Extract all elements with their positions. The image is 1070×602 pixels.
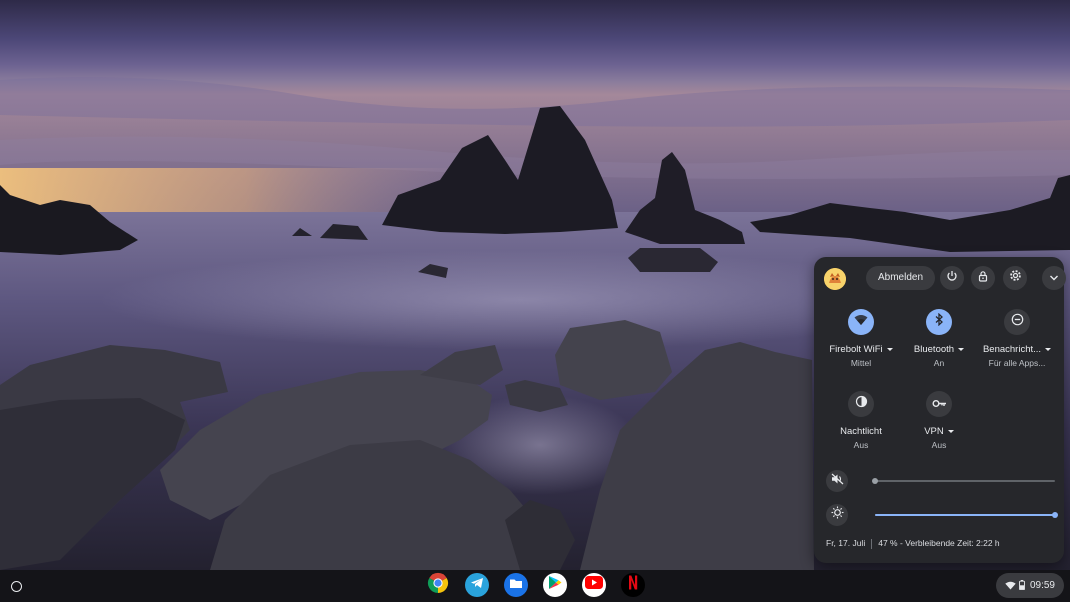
lock-button[interactable] [971, 266, 995, 290]
brightness-slider[interactable] [875, 511, 1058, 518]
quick-settings-footer: Fr, 17. Juli 47 % - Verbleibende Zeit: 2:… [826, 538, 1000, 549]
wifi-label: Firebolt WiFi [829, 344, 883, 355]
notifications-menu-caret-icon[interactable] [1045, 347, 1052, 351]
collapse-chevron-icon [1049, 269, 1059, 287]
vpn-toggle[interactable] [926, 391, 952, 417]
tile-vpn[interactable]: VPN Aus [899, 391, 979, 450]
files-app[interactable] [504, 573, 528, 597]
bluetooth-icon [934, 312, 944, 331]
volume-slider[interactable] [872, 477, 1055, 484]
night-light-status: Aus [853, 440, 869, 450]
date-label[interactable]: Fr, 17. Juli [826, 538, 865, 548]
tile-night-light[interactable]: Nachtlicht Aus [821, 391, 901, 450]
wifi-icon [854, 313, 868, 331]
telegram-icon [470, 576, 484, 594]
notifications-label: Benachricht... [982, 344, 1042, 355]
settings-button[interactable] [1003, 266, 1027, 290]
volume-slider-thumb[interactable] [872, 477, 878, 484]
tile-bluetooth[interactable]: Bluetooth An [899, 309, 979, 368]
brightness-icon [831, 506, 844, 524]
shelf: 09:59 [0, 570, 1070, 602]
settings-icon [1009, 269, 1022, 287]
vpn-menu-caret-icon[interactable] [947, 429, 954, 433]
wifi-icon [1005, 577, 1016, 595]
collapse-button[interactable] [1042, 266, 1066, 290]
wifi-menu-caret-icon[interactable] [886, 347, 893, 351]
vpn-key-icon [932, 395, 947, 413]
bluetooth-label: Bluetooth [913, 344, 955, 355]
brightness-button [826, 504, 848, 526]
clock: 09:59 [1029, 580, 1055, 591]
quick-settings-panel: Abmelden Firebolt WiFi Mittel Bluetooth … [814, 257, 1066, 563]
volume-slider-row [826, 470, 1055, 492]
tile-wifi[interactable]: Firebolt WiFi Mittel [821, 309, 901, 368]
bluetooth-status: An [933, 358, 945, 368]
wifi-toggle[interactable] [848, 309, 874, 335]
power-icon [946, 269, 958, 287]
night-light-toggle[interactable] [848, 391, 874, 417]
tile-notifications[interactable]: Benachricht... Für alle Apps... [977, 309, 1057, 368]
lock-icon [977, 269, 989, 287]
user-avatar[interactable] [824, 268, 846, 290]
volume-muted-icon [831, 472, 844, 490]
mute-toggle-button[interactable] [826, 470, 848, 492]
netflix-icon [628, 575, 638, 595]
telegram-app[interactable] [465, 573, 489, 597]
night-light-icon [855, 395, 868, 413]
folder-icon [509, 576, 523, 594]
brightness-slider-thumb[interactable] [1052, 511, 1058, 518]
signout-button[interactable]: Abmelden [866, 266, 936, 290]
quick-settings-top-row: Abmelden [824, 266, 1066, 292]
bluetooth-toggle[interactable] [926, 309, 952, 335]
shelf-apps [426, 571, 645, 600]
do-not-disturb-toggle[interactable] [1004, 309, 1030, 335]
battery-icon [1019, 577, 1025, 595]
youtube-app[interactable] [582, 573, 606, 597]
brightness-slider-fill [875, 514, 1055, 516]
chrome-icon [426, 571, 450, 600]
youtube-icon [585, 576, 603, 594]
launcher-button[interactable] [8, 578, 24, 594]
vpn-status: Aus [931, 440, 947, 450]
play-store-icon [548, 575, 562, 595]
wifi-status: Mittel [850, 358, 872, 368]
notifications-status: Für alle Apps... [988, 358, 1046, 368]
do-not-disturb-icon [1011, 313, 1024, 331]
bluetooth-menu-caret-icon[interactable] [958, 347, 965, 351]
vpn-label: VPN [924, 426, 944, 437]
status-area-button[interactable]: 09:59 [996, 573, 1064, 598]
play-store-app[interactable] [543, 573, 567, 597]
launcher-icon [10, 580, 22, 592]
night-light-label: Nachtlicht [840, 426, 882, 437]
battery-status: 47 % - Verbleibende Zeit: 2:22 h [878, 538, 1000, 549]
netflix-app[interactable] [621, 573, 645, 597]
footer-divider [871, 539, 873, 549]
power-button[interactable] [940, 266, 964, 290]
chrome-app[interactable] [426, 571, 450, 600]
brightness-slider-row [826, 504, 1058, 526]
